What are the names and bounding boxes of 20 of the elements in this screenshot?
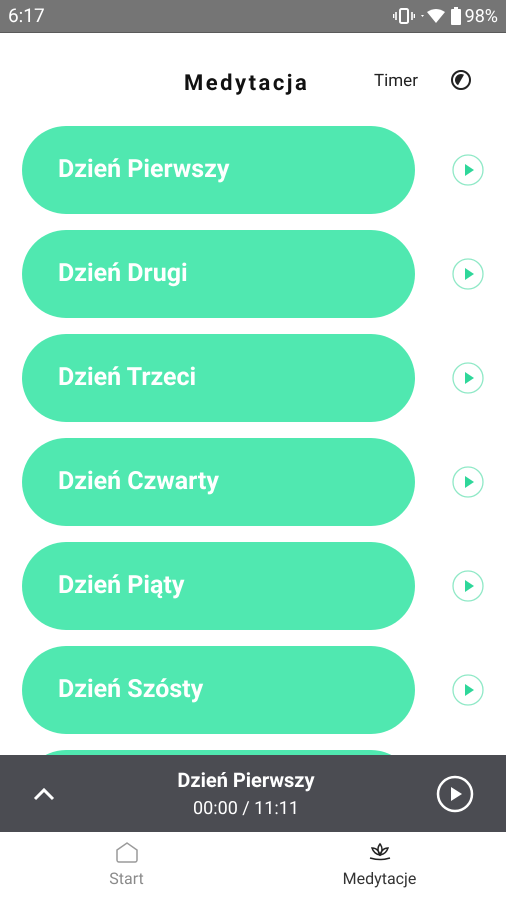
wifi-icon <box>418 8 447 24</box>
chevron-up-icon[interactable] <box>32 786 56 800</box>
session-card[interactable]: Dzień Czwarty <box>22 438 415 526</box>
home-icon <box>114 841 138 863</box>
player-title: Dzień Pierwszy <box>177 767 315 794</box>
session-card[interactable]: Dzień Piąty <box>22 542 415 630</box>
session-card[interactable]: Dzień Drugi <box>22 230 415 318</box>
page-title: Medytacja <box>184 70 310 98</box>
session-card[interactable]: Dzień Szósty <box>22 646 415 734</box>
status-time: 6:17 <box>8 2 45 29</box>
battery-level: 98% <box>464 4 498 28</box>
vibrate-icon <box>392 8 415 24</box>
session-card[interactable]: Dzień Trzeci <box>22 334 415 422</box>
battery-icon <box>450 7 461 25</box>
session-card[interactable]: Dzień Pierwszy <box>22 126 415 214</box>
nav-tab[interactable]: Start <box>0 832 253 900</box>
timer-icon[interactable] <box>450 69 472 91</box>
nav-tab[interactable]: Medytacje <box>253 832 506 900</box>
timer-button[interactable]: Timer <box>374 69 418 94</box>
player-time: 00:00 / 11:11 <box>192 797 299 821</box>
